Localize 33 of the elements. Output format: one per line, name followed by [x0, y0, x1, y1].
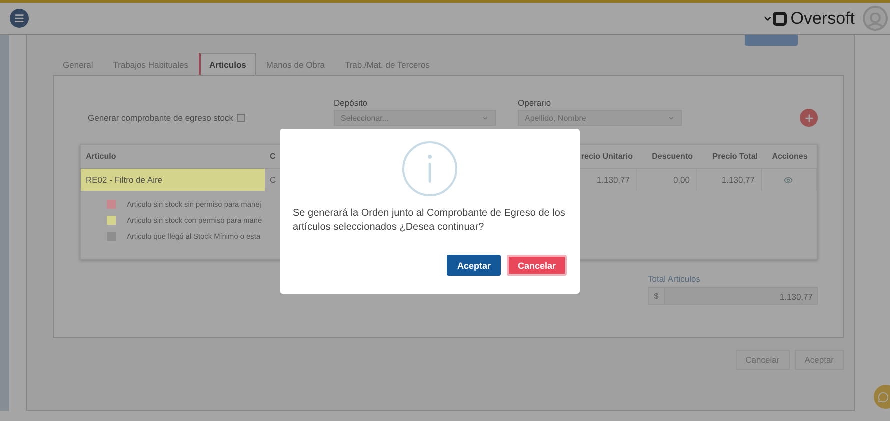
- checkbox[interactable]: [236, 114, 245, 122]
- chat-icon: [878, 392, 889, 402]
- column-header: Descuento: [637, 145, 697, 169]
- caret-icon: [668, 114, 675, 122]
- column-header: Acciones: [762, 145, 817, 169]
- field-label: Depósito: [334, 98, 369, 108]
- info-icon: [402, 141, 458, 197]
- total-value: 1.130,77: [778, 291, 814, 304]
- menu-icon: [14, 13, 25, 24]
- dialog-button[interactable]: Aceptar: [447, 255, 501, 276]
- plus-icon: [804, 112, 814, 124]
- add-button[interactable]: [800, 109, 818, 127]
- tab[interactable]: General: [53, 53, 104, 76]
- column-header: Precio Total: [697, 145, 762, 169]
- currency-addon: $: [649, 288, 665, 304]
- field-label: Total Articulos: [648, 274, 702, 284]
- field-label: Operario: [518, 98, 552, 108]
- dialog-button[interactable]: Cancelar: [506, 255, 567, 276]
- table-cell: 1.130,77: [697, 169, 762, 191]
- caret-icon: [482, 114, 489, 122]
- table-cell: RE02 - Filtro de Aire: [81, 169, 265, 191]
- logo-icon: [772, 12, 787, 26]
- avatar-icon[interactable]: [863, 6, 888, 31]
- tab[interactable]: Articulos: [198, 53, 256, 76]
- tab[interactable]: Manos de Obra: [256, 53, 335, 76]
- view-icon[interactable]: [784, 176, 793, 184]
- tab[interactable]: Trabajos Habituales: [103, 53, 199, 76]
- brand-name: Oversoft: [790, 8, 855, 28]
- menu-button[interactable]: [10, 9, 29, 28]
- dialog-message: Se generará la Orden junto al Comprobante de Egreso de los artículos seleccionados ¿Desea continuar?: [293, 207, 566, 235]
- tab[interactable]: Trab./Mat. de Terceros: [334, 53, 440, 76]
- table-cell: 0,00: [637, 169, 697, 191]
- checkbox-label: Generar comprobante de egreso stock: [88, 113, 234, 123]
